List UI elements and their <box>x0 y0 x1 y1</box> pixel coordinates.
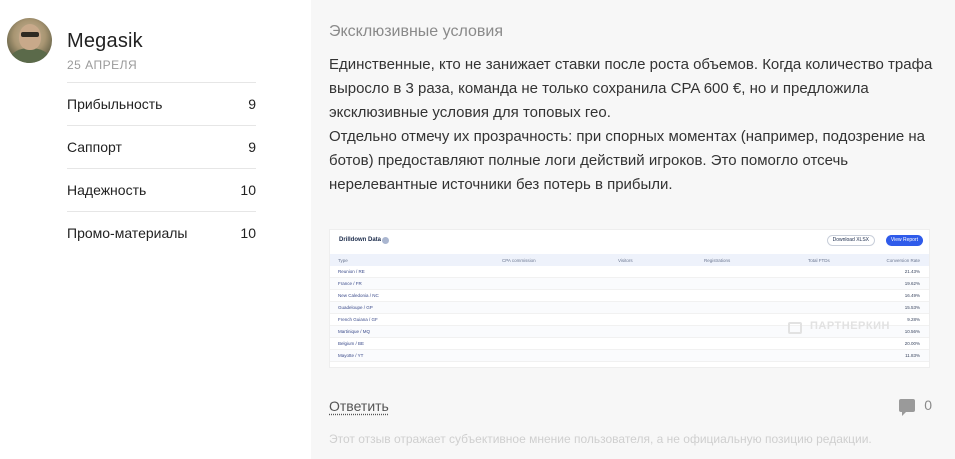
table-row: Reunion / RE 21.43% <box>330 266 929 278</box>
avatar-shirt <box>11 48 49 63</box>
row-rate: 15.53% <box>904 305 920 310</box>
watermark-text: ПАРТНЕРКИН <box>810 320 890 332</box>
column-header: Registrations <box>704 257 731 263</box>
screenshot-title: Drilldown Data <box>339 237 382 243</box>
row-rate: 11.83% <box>905 353 920 358</box>
table-row: Belgium / BE 20.00% <box>330 338 929 350</box>
disclaimer: Этот отзыв отражает субъективное мнение … <box>329 432 872 446</box>
column-header: Total FTDs <box>808 257 830 263</box>
row-type: French Guiana / GF <box>338 317 378 322</box>
comments-counter[interactable]: 0 <box>899 397 932 416</box>
row-type: Guadeloupe / GP <box>338 305 373 310</box>
rating-value: 9 <box>248 139 256 155</box>
row-rate: 19.62% <box>904 281 920 286</box>
column-header: Conversion Rate <box>886 257 920 263</box>
rating-label: Саппорт <box>67 139 122 155</box>
avatar-face <box>19 24 41 50</box>
ratings-list: Прибыльность 9 Саппорт 9 Надежность 10 П… <box>67 82 256 254</box>
rating-value: 9 <box>248 96 256 112</box>
view-report-button: View Report <box>885 235 923 246</box>
attachment-screenshot[interactable]: Drilldown Data Download XLSX View Report… <box>329 229 930 368</box>
review-body: Единственные, кто не занижает ставки пос… <box>329 53 941 197</box>
row-type: New Caledonia / NC <box>338 293 379 298</box>
review-date: 25 АПРЕЛЯ <box>67 58 138 72</box>
row-type: Reunion / RE <box>338 269 365 274</box>
row-type: Martinique / MQ <box>338 329 371 334</box>
column-header: Type <box>338 257 348 263</box>
row-type: Mayotte / YT <box>338 353 364 358</box>
rating-value: 10 <box>240 225 256 241</box>
row-rate: 20.00% <box>904 341 920 346</box>
screenshot-header: Drilldown Data Download XLSX View Report <box>330 230 929 252</box>
download-xlsx-button: Download XLSX <box>826 235 875 246</box>
rating-row-reliability: Надежность 10 <box>67 168 256 211</box>
comment-icon <box>899 398 916 416</box>
row-rate: 21.43% <box>904 269 920 274</box>
watermark: ПАРТНЕРКИН <box>788 320 890 332</box>
table-row: New Caledonia / NC 16.49% <box>330 290 929 302</box>
screenshot-table: Type CPA commission Visitors Registratio… <box>330 254 929 362</box>
rating-value: 10 <box>240 182 256 198</box>
rating-row-promo: Промо-материалы 10 <box>67 211 256 254</box>
review-paragraph: Отдельно отмечу их прозрачность: при спо… <box>329 128 925 193</box>
table-row: Guadeloupe / GP 15.53% <box>330 302 929 314</box>
rating-label: Прибыльность <box>67 96 163 112</box>
rating-label: Промо-материалы <box>67 225 188 241</box>
review-content-panel: Эксклюзивные условия Единственные, кто н… <box>311 0 955 459</box>
watermark-chat-icon <box>788 322 802 334</box>
avatar-glasses <box>21 32 39 37</box>
row-type: Belgium / BE <box>338 341 365 346</box>
review-paragraph: Единственные, кто не занижает ставки пос… <box>329 56 933 121</box>
review-title: Эксклюзивные условия <box>329 23 503 40</box>
table-row: Mayotte / YT 11.83% <box>330 350 929 362</box>
avatar[interactable] <box>7 18 52 63</box>
rating-row-profitability: Прибыльность 9 <box>67 82 256 125</box>
rating-row-support: Саппорт 9 <box>67 125 256 168</box>
info-icon <box>382 237 389 244</box>
reply-link[interactable]: Ответить <box>329 398 389 414</box>
rating-label: Надежность <box>67 182 147 198</box>
table-row: France / FR 19.62% <box>330 278 929 290</box>
row-rate: 16.49% <box>904 293 920 298</box>
review-author-panel: Megasik 25 АПРЕЛЯ Прибыльность 9 Саппорт… <box>0 0 311 459</box>
username[interactable]: Megasik <box>67 30 143 53</box>
comment-count: 0 <box>924 397 932 413</box>
column-header: CPA commission <box>502 257 536 263</box>
table-header: Type CPA commission Visitors Registratio… <box>330 254 929 266</box>
row-type: France / FR <box>338 281 362 286</box>
column-header: Visitors <box>618 257 633 263</box>
